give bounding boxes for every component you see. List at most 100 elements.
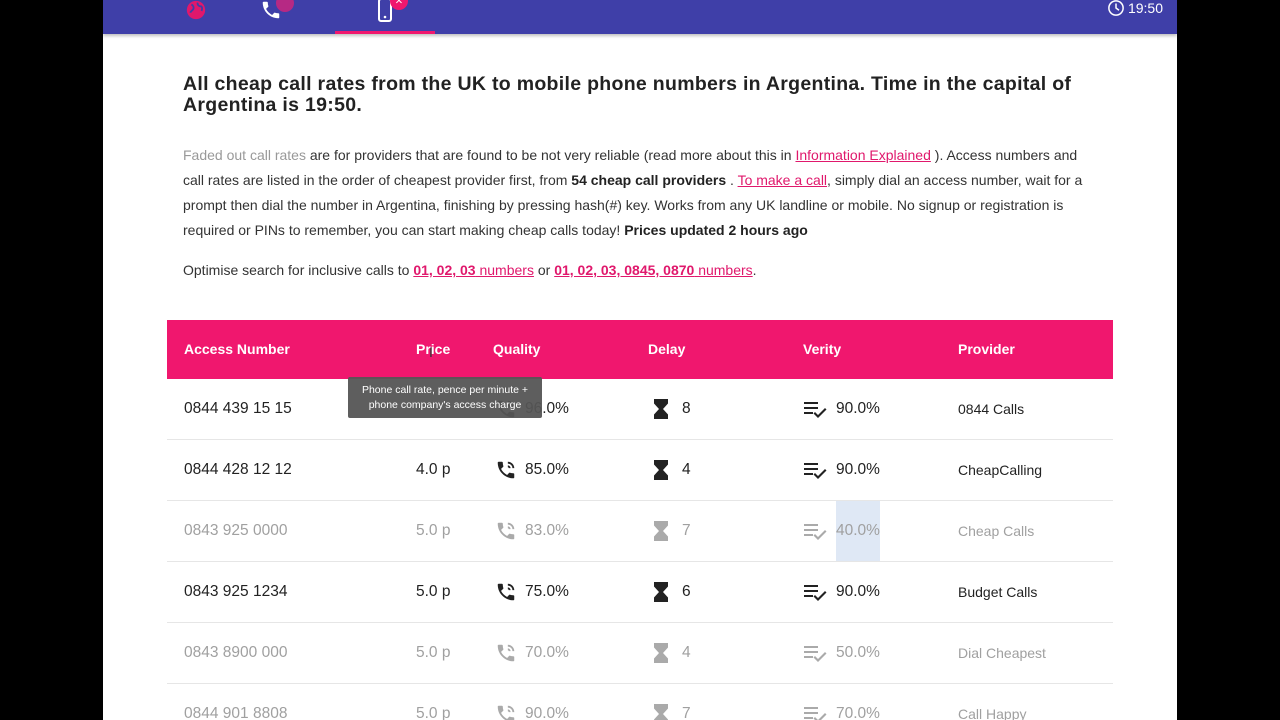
optimise-link-0845-0870[interactable]: 01, 02, 03, 0845, 0870 numbers — [554, 262, 752, 278]
provider-text: Cheap Calls — [958, 523, 1035, 539]
quality-cell: 90.0% — [495, 684, 569, 720]
column-price[interactable]: Price — [416, 320, 450, 379]
hourglass-icon — [654, 460, 668, 480]
table-row[interactable]: 0843 925 1234 5.0 p 75.0% 6 90.0% Budget Call… — [167, 562, 1113, 623]
link2-bold: 01, 02, 03, 0845, 0870 — [554, 262, 695, 278]
price-cell: 5.0 p — [416, 562, 450, 622]
make-a-call-link[interactable]: To make a call — [738, 172, 827, 188]
quality-cell: 75.0% — [495, 562, 569, 622]
access-number[interactable]: 0843 925 1234 — [184, 562, 287, 622]
delay-cell: 8 — [654, 379, 691, 439]
optimise-text-2: or — [533, 262, 555, 278]
clock-icon — [1108, 0, 1124, 16]
access-number[interactable]: 0844 428 12 12 — [184, 440, 292, 500]
delay-cell: 7 — [654, 684, 691, 720]
provider-cell[interactable]: CheapCalling — [958, 440, 1042, 500]
verity-cell: 90.0% — [804, 379, 880, 439]
quality-text: 85.0% — [525, 461, 569, 478]
table-row[interactable]: 0843 8900 000 5.0 p 70.0% 4 50.0% Dial Cheape… — [167, 623, 1113, 684]
delay-text: 8 — [682, 400, 691, 417]
verity-text: 70.0% — [836, 705, 880, 720]
verity-list-check-icon — [804, 524, 827, 540]
page-title: All cheap call rates from the UK to mobi… — [183, 73, 1072, 116]
optimise-link-01-02-03[interactable]: 01, 02, 03 numbers — [413, 262, 534, 278]
mouse-cursor-icon: I — [429, 344, 433, 360]
call-quality-icon — [497, 644, 515, 662]
link2-rest: numbers — [694, 262, 753, 278]
intro-paragraph: Faded out call rates are for providers t… — [183, 143, 1097, 243]
delay-cell: 7 — [654, 501, 691, 561]
provider-cell[interactable]: Budget Calls — [958, 562, 1037, 622]
provider-cell[interactable]: Dial Cheapest — [958, 623, 1046, 683]
verity-cell: 70.0% — [804, 684, 880, 720]
access-number-text: 0843 925 1234 — [184, 583, 288, 600]
access-number-text: 0843 925 0000 — [184, 522, 288, 539]
access-number[interactable]: 0844 901 8808 — [184, 684, 287, 720]
capital-clock: 19:50 — [1107, 0, 1163, 16]
hourglass-icon — [654, 399, 668, 419]
column-access-number[interactable]: Access Number — [184, 320, 290, 379]
price-cell: 5.0 p — [416, 623, 450, 683]
hourglass-icon — [654, 643, 668, 663]
quality-text: 83.0% — [525, 522, 569, 539]
call-quality-icon — [497, 583, 515, 601]
column-quality[interactable]: Quality — [493, 320, 540, 379]
quality-cell: 85.0% — [495, 440, 569, 500]
table-row[interactable]: 0844 428 12 12 4.0 p 85.0% 4 90.0% CheapCalli… — [167, 440, 1113, 501]
access-number-text: 0843 8900 000 — [184, 644, 288, 661]
table-header: Access Number Price Quality Delay Verity… — [167, 320, 1113, 379]
column-delay[interactable]: Delay — [648, 320, 685, 379]
access-number[interactable]: 0844 439 15 15 — [184, 379, 292, 439]
provider-text: CheapCalling — [958, 462, 1043, 478]
provider-text: 0844 Calls — [958, 401, 1025, 417]
quality-cell: 83.0% — [495, 501, 569, 561]
provider-cell[interactable]: Cheap Calls — [958, 501, 1034, 561]
information-explained-link[interactable]: Information Explained — [795, 147, 930, 163]
verity-list-check-icon — [804, 646, 827, 662]
verity-text: 90.0% — [836, 461, 880, 478]
call-quality-icon — [497, 522, 515, 540]
column-provider[interactable]: Provider — [958, 320, 1015, 379]
delay-cell: 4 — [654, 440, 691, 500]
column-verity[interactable]: Verity — [803, 320, 841, 379]
verity-text: 50.0% — [836, 644, 880, 661]
provider-cell[interactable]: Call Happy — [958, 684, 1026, 720]
table-row[interactable]: 0843 925 0000 5.0 p 83.0% 7 40.0% Cheap Calls — [167, 501, 1113, 562]
access-number-text: 0844 428 12 12 — [184, 461, 292, 478]
tab-landline[interactable] — [221, 0, 321, 34]
price-text: 5.0 p — [416, 705, 451, 720]
access-number-text: 0844 439 15 15 — [184, 400, 292, 417]
delay-text: 7 — [682, 705, 691, 720]
access-number[interactable]: 0843 8900 000 — [184, 623, 287, 683]
table-row[interactable]: 0844 901 8808 5.0 p 90.0% 7 70.0% Call Happy — [167, 684, 1113, 720]
link1-bold: 01, 02, 03 — [413, 262, 476, 278]
intro-text-3: . — [726, 172, 738, 188]
delay-text: 6 — [682, 583, 691, 600]
prices-updated: Prices updated 2 hours ago — [624, 222, 808, 238]
verity-text: 90.0% — [836, 400, 880, 417]
provider-text: Call Happy — [958, 706, 1027, 720]
table-row[interactable]: 0844 439 15 15 96.0% 8 90.0% 0844 Calls — [167, 379, 1113, 440]
intro-text-1: are for providers that are found to be n… — [305, 147, 796, 163]
verity-text: 90.0% — [836, 583, 880, 600]
optimise-text-1: Optimise search for inclusive calls to — [183, 262, 414, 278]
clock-time: 19:50 — [1127, 0, 1163, 16]
tab-mobile[interactable]: ✕ — [335, 0, 435, 34]
main-content: All cheap call rates from the UK to mobi… — [183, 74, 1097, 280]
provider-text: Dial Cheapest — [958, 645, 1046, 661]
provider-text: Budget Calls — [958, 584, 1038, 600]
price-text: 5.0 p — [416, 644, 451, 661]
price-text: 4.0 p — [416, 461, 451, 478]
price-text: 5.0 p — [416, 583, 451, 600]
access-number-text: 0844 901 8808 — [184, 705, 288, 720]
provider-cell[interactable]: 0844 Calls — [958, 379, 1024, 439]
price-cell: 5.0 p — [416, 684, 450, 720]
delay-text: 4 — [682, 461, 691, 478]
quality-text: 90.0% — [525, 705, 569, 720]
verity-list-check-icon — [804, 707, 827, 720]
quality-text: 75.0% — [525, 583, 569, 600]
price-cell: 4.0 p — [416, 440, 450, 500]
verity-list-check-icon — [804, 402, 827, 418]
access-number[interactable]: 0843 925 0000 — [184, 501, 287, 561]
rates-table: Access Number Price Quality Delay Verity… — [167, 320, 1113, 720]
